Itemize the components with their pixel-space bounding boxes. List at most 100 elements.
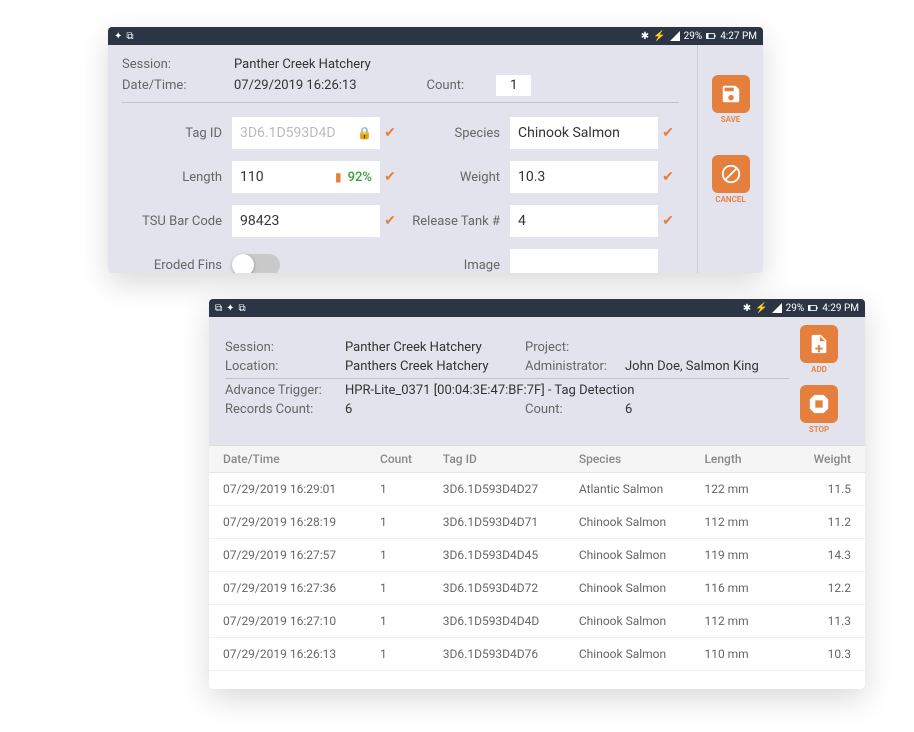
- battery-icon: [808, 303, 818, 313]
- table-header: Date/Time Count Tag ID Species Length We…: [209, 446, 865, 473]
- weight-text: 10.3: [518, 169, 545, 185]
- species-input[interactable]: Chinook Salmon: [510, 117, 658, 149]
- table-row[interactable]: 07/29/2019 16:28:1913D6.1D593D4D71Chinoo…: [209, 506, 865, 539]
- session-value: Panther Creek Hatchery: [234, 57, 371, 72]
- weight-input[interactable]: 10.3: [510, 161, 658, 193]
- cell-weight: 12.2: [788, 581, 851, 595]
- length-input[interactable]: 110 ▮ 92%: [232, 161, 380, 193]
- wifi-off-icon: ⚡: [653, 31, 665, 42]
- cell-datetime: 07/29/2019 16:27:36: [223, 581, 380, 595]
- tsu-label: TSU Bar Code: [122, 214, 232, 229]
- cell-weight: 11.3: [788, 614, 851, 628]
- add-button[interactable]: ADD: [798, 325, 840, 375]
- stop-icon: [800, 385, 838, 423]
- signal-icon: [670, 31, 680, 41]
- cell-count: 1: [380, 482, 443, 496]
- status-bar: ⧉ ✦ ⧉ ✱ ⚡ 29% 4:29 PM: [209, 299, 865, 317]
- check-icon: ✔: [380, 169, 400, 185]
- cell-species: Chinook Salmon: [579, 515, 705, 529]
- clock-text: 4:27 PM: [720, 31, 757, 42]
- col-datetime: Date/Time: [223, 452, 380, 466]
- cell-tagid: 3D6.1D593D4D4D: [443, 614, 579, 628]
- entry-form-window: ✦ ⧉ ✱ ⚡ 29% 4:27 PM Session: Panther Cre…: [108, 27, 763, 273]
- session-label: Session:: [122, 57, 234, 72]
- cell-tagid: 3D6.1D593D4D71: [443, 515, 579, 529]
- length-label: Length: [122, 170, 232, 185]
- records-count-label: Records Count:: [225, 402, 345, 417]
- wifi-off-icon: ⚡: [755, 303, 767, 314]
- datetime-label: Date/Time:: [122, 78, 234, 93]
- cell-species: Chinook Salmon: [579, 614, 705, 628]
- records-table: Date/Time Count Tag ID Species Length We…: [209, 445, 865, 689]
- admin-value: John Doe, Salmon King: [625, 359, 759, 374]
- battery-pct: 29%: [786, 303, 805, 314]
- cell-datetime: 07/29/2019 16:28:19: [223, 515, 380, 529]
- stop-button[interactable]: STOP: [798, 385, 840, 435]
- count-label: Count:: [427, 78, 465, 93]
- cell-species: Chinook Salmon: [579, 548, 705, 562]
- cell-weight: 10.3: [788, 647, 851, 661]
- star-icon: ✦: [114, 31, 122, 42]
- release-text: 4: [518, 213, 526, 229]
- species-text: Chinook Salmon: [518, 125, 620, 141]
- project-label: Project:: [525, 340, 625, 355]
- tsu-input[interactable]: 98423: [232, 205, 380, 237]
- cancel-icon: [712, 155, 750, 193]
- location-value: Panthers Creek Hatchery: [345, 359, 525, 374]
- bluetooth-icon: ✱: [641, 31, 649, 42]
- cell-length: 112 mm: [704, 515, 788, 529]
- divider: [225, 378, 789, 379]
- cell-length: 122 mm: [704, 482, 788, 496]
- species-label: Species: [400, 126, 510, 141]
- cancel-button[interactable]: CANCEL: [710, 155, 752, 205]
- cell-length: 112 mm: [704, 614, 788, 628]
- image-input[interactable]: [510, 249, 658, 273]
- release-tank-input[interactable]: 4: [510, 205, 658, 237]
- table-row[interactable]: 07/29/2019 16:27:3613D6.1D593D4D72Chinoo…: [209, 572, 865, 605]
- length-pct: 92%: [348, 170, 372, 185]
- check-icon: ✔: [658, 125, 678, 141]
- datetime-value: 07/29/2019 16:26:13: [234, 78, 357, 93]
- cell-species: Chinook Salmon: [579, 581, 705, 595]
- battery-icon: [706, 31, 716, 41]
- count-value: 6: [625, 402, 632, 417]
- check-icon: ✔: [380, 213, 400, 229]
- count-value: 1: [496, 75, 531, 96]
- cell-count: 1: [380, 614, 443, 628]
- col-tagid: Tag ID: [443, 452, 579, 466]
- records-list-window: ⧉ ✦ ⧉ ✱ ⚡ 29% 4:29 PM Session: Panther C…: [209, 299, 865, 689]
- cell-weight: 11.2: [788, 515, 851, 529]
- tag-id-text: 3D6.1D593D4D: [240, 125, 336, 141]
- session-label: Session:: [225, 340, 345, 355]
- cell-species: Chinook Salmon: [579, 647, 705, 661]
- tag-id-input[interactable]: 3D6.1D593D4D 🔒: [232, 117, 380, 149]
- table-row[interactable]: 07/29/2019 16:29:0113D6.1D593D4D27Atlant…: [209, 473, 865, 506]
- battery-pct: 29%: [684, 31, 703, 42]
- length-text: 110: [240, 169, 264, 185]
- cell-count: 1: [380, 581, 443, 595]
- save-button[interactable]: SAVE: [710, 75, 752, 125]
- stop-label: STOP: [809, 425, 829, 434]
- table-row[interactable]: 07/29/2019 16:26:1313D6.1D593D4D76Chinoo…: [209, 638, 865, 671]
- cell-species: Atlantic Salmon: [579, 482, 705, 496]
- table-row[interactable]: 07/29/2019 16:27:1013D6.1D593D4D4DChinoo…: [209, 605, 865, 638]
- cell-weight: 11.5: [788, 482, 851, 496]
- tag-id-label: Tag ID: [122, 126, 232, 141]
- eroded-fins-label: Eroded Fins: [122, 258, 232, 273]
- table-row[interactable]: 07/29/2019 16:27:5713D6.1D593D4D45Chinoo…: [209, 539, 865, 572]
- count-label: Count:: [525, 402, 625, 417]
- screenshot-icon: ⧉: [126, 31, 133, 42]
- screenshot-icon: ⧉: [215, 303, 222, 314]
- eroded-fins-toggle[interactable]: [232, 254, 380, 273]
- cell-weight: 14.3: [788, 548, 851, 562]
- lock-icon: 🔒: [357, 126, 372, 140]
- image-label: Image: [400, 258, 510, 273]
- status-bar: ✦ ⧉ ✱ ⚡ 29% 4:27 PM: [108, 27, 763, 45]
- location-label: Location:: [225, 359, 345, 374]
- cell-count: 1: [380, 548, 443, 562]
- divider: [122, 102, 679, 103]
- cell-length: 116 mm: [704, 581, 788, 595]
- cell-datetime: 07/29/2019 16:26:13: [223, 647, 380, 661]
- trigger-value: HPR-Lite_0371 [00:04:3E:47:BF:7F] - Tag …: [345, 383, 634, 398]
- col-count: Count: [380, 452, 443, 466]
